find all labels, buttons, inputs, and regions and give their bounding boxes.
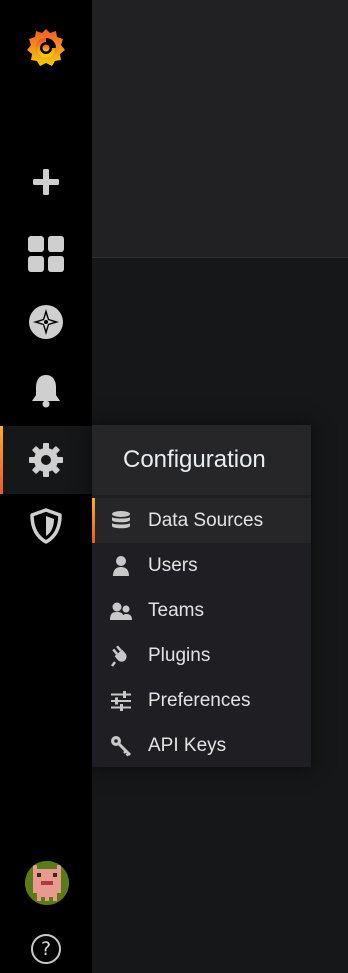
menu-item-label: Users — [148, 554, 198, 576]
menu-item-preferences[interactable]: Preferences — [92, 678, 311, 723]
apps-icon — [28, 236, 64, 272]
bell-icon — [30, 372, 62, 408]
database-icon — [110, 510, 132, 532]
menu-item-data-sources[interactable]: Data Sources — [92, 498, 311, 543]
home-logo-button[interactable] — [0, 12, 92, 82]
key-icon — [110, 735, 132, 757]
menu-item-label: Teams — [148, 599, 204, 621]
sliders-icon — [110, 690, 132, 712]
plus-icon — [32, 168, 60, 196]
dashboards-nav-item[interactable] — [0, 222, 92, 286]
help-label: ? — [40, 938, 52, 960]
compass-icon — [28, 304, 64, 340]
menu-item-users[interactable]: Users — [92, 543, 311, 588]
user-avatar[interactable] — [25, 861, 69, 905]
menu-item-plugins[interactable]: Plugins — [92, 633, 311, 678]
menu-item-api-keys[interactable]: API Keys — [92, 723, 311, 768]
server-admin-nav-item[interactable] — [0, 494, 92, 558]
gear-icon — [28, 442, 64, 478]
side-menu: ? — [0, 0, 92, 973]
plug-icon — [110, 644, 132, 667]
configuration-nav-item[interactable] — [0, 426, 92, 494]
top-header-panel — [92, 0, 348, 258]
explore-nav-item[interactable] — [0, 290, 92, 354]
grafana-logo-icon — [24, 25, 68, 69]
menu-item-label: Preferences — [148, 689, 251, 711]
alerting-nav-item[interactable] — [0, 358, 92, 422]
menu-item-label: Data Sources — [148, 509, 264, 531]
shield-icon — [30, 508, 62, 544]
users-icon — [110, 600, 132, 622]
dropdown-title[interactable]: Configuration — [92, 425, 311, 495]
configuration-dropdown: Configuration Data Sources Users Teams P… — [92, 425, 311, 767]
menu-item-label: Plugins — [148, 644, 211, 666]
help-button[interactable]: ? — [31, 934, 61, 964]
menu-item-teams[interactable]: Teams — [92, 588, 311, 633]
menu-item-label: API Keys — [148, 734, 227, 756]
user-icon — [110, 555, 132, 577]
create-nav-item[interactable] — [0, 150, 92, 214]
